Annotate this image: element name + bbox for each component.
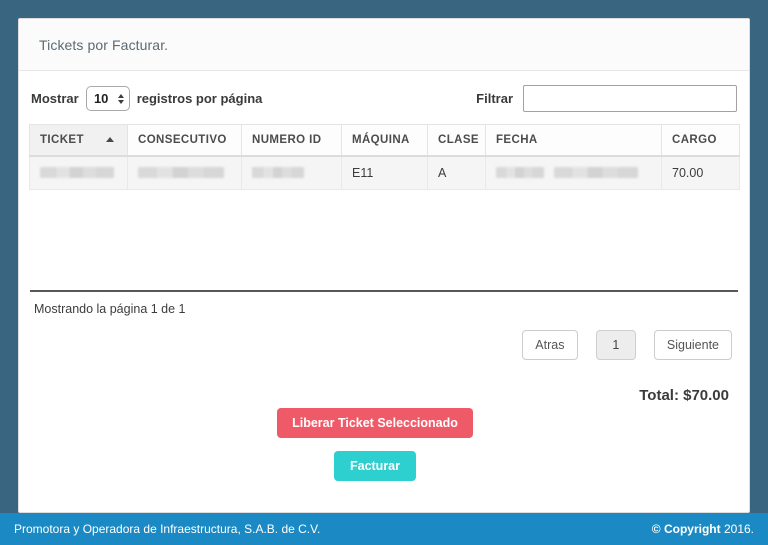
table-header-row: TICKET CONSECUTIVO NUMERO ID MÁQUINA CLA… bbox=[29, 124, 740, 157]
page-number-button-1[interactable]: 1 bbox=[595, 329, 636, 360]
sort-ascending-icon bbox=[105, 137, 114, 143]
column-header-numero-id[interactable]: NUMERO ID bbox=[241, 124, 342, 157]
column-header-maquina-label: MÁQUINA bbox=[352, 134, 410, 146]
redacted-value-consecutivo bbox=[138, 167, 224, 179]
column-header-consecutivo[interactable]: CONSECUTIVO bbox=[127, 124, 242, 157]
previous-page-button[interactable]: Atras bbox=[521, 329, 578, 360]
next-page-button[interactable]: Siguiente bbox=[653, 329, 732, 360]
column-header-ticket[interactable]: TICKET bbox=[29, 124, 128, 157]
cell-ticket bbox=[29, 155, 128, 190]
column-header-fecha-label: FECHA bbox=[496, 134, 538, 146]
pager-zone: Mostrando la página 1 de 1 Atras 1 Sigui… bbox=[29, 292, 739, 360]
footer-copyright-label: © Copyright bbox=[651, 522, 721, 536]
page-length-control: Mostrar 10 registros por página bbox=[31, 86, 262, 111]
column-header-maquina[interactable]: MÁQUINA bbox=[341, 124, 428, 157]
column-header-clase[interactable]: CLASE bbox=[427, 124, 486, 157]
footer-copyright: © Copyright 2016. bbox=[652, 522, 754, 536]
table-body: E11 A 70.00 bbox=[29, 155, 740, 190]
page-length-value: 10 bbox=[93, 91, 109, 106]
cell-cargo: 70.00 bbox=[661, 155, 740, 190]
action-buttons: Liberar Ticket Seleccionado Facturar bbox=[29, 407, 739, 481]
page-length-label-post: registros por página bbox=[136, 91, 263, 106]
filter-input[interactable] bbox=[523, 85, 737, 112]
liberar-ticket-button[interactable]: Liberar Ticket Seleccionado bbox=[277, 407, 473, 438]
page-length-select[interactable]: 10 bbox=[85, 86, 130, 111]
tickets-table: TICKET CONSECUTIVO NUMERO ID MÁQUINA CLA… bbox=[29, 124, 740, 190]
cell-consecutivo bbox=[127, 155, 242, 190]
redacted-value-ticket bbox=[40, 167, 114, 179]
table-controls: Mostrar 10 registros por página Filtrar bbox=[29, 85, 739, 124]
column-header-cargo[interactable]: CARGO bbox=[661, 124, 740, 157]
filter-control: Filtrar bbox=[476, 85, 737, 112]
table-header: TICKET CONSECUTIVO NUMERO ID MÁQUINA CLA… bbox=[29, 124, 740, 157]
column-header-consecutivo-label: CONSECUTIVO bbox=[138, 134, 227, 146]
cell-clase: A bbox=[427, 155, 486, 190]
redacted-value-numero-id bbox=[252, 167, 304, 179]
column-header-cargo-label: CARGO bbox=[672, 134, 717, 146]
table-empty-area bbox=[30, 190, 738, 292]
page-length-label-pre: Mostrar bbox=[31, 91, 79, 106]
footer-company-name: Promotora y Operadora de Infraestructura… bbox=[14, 522, 321, 536]
cell-maquina: E11 bbox=[341, 155, 428, 190]
site-footer: Promotora y Operadora de Infraestructura… bbox=[0, 513, 768, 545]
column-header-numero-id-label: NUMERO ID bbox=[252, 134, 322, 146]
total-amount: Total: $70.00 bbox=[639, 386, 729, 404]
filter-label: Filtrar bbox=[476, 91, 513, 106]
tickets-panel: Tickets por Facturar. Mostrar 10 registr… bbox=[18, 18, 750, 513]
column-header-ticket-label: TICKET bbox=[40, 134, 84, 146]
facturar-button[interactable]: Facturar bbox=[333, 450, 417, 481]
app-shell: Tickets por Facturar. Mostrar 10 registr… bbox=[0, 0, 768, 545]
stepper-arrows-icon bbox=[117, 93, 124, 104]
cell-fecha bbox=[485, 155, 662, 190]
pagination-buttons: Atras 1 Siguiente bbox=[32, 329, 736, 360]
cell-numero-id bbox=[241, 155, 342, 190]
pagination-info: Mostrando la página 1 de 1 bbox=[34, 301, 186, 316]
column-header-clase-label: CLASE bbox=[438, 134, 479, 146]
page-title: Tickets por Facturar. bbox=[39, 36, 169, 53]
redacted-value-fecha bbox=[496, 167, 651, 179]
footer-copyright-year: 2016. bbox=[723, 522, 754, 536]
panel-heading: Tickets por Facturar. bbox=[19, 19, 749, 71]
panel-body: Mostrar 10 registros por página Filtrar bbox=[19, 71, 749, 481]
table-row[interactable]: E11 A 70.00 bbox=[29, 155, 740, 190]
column-header-fecha[interactable]: FECHA bbox=[485, 124, 662, 157]
